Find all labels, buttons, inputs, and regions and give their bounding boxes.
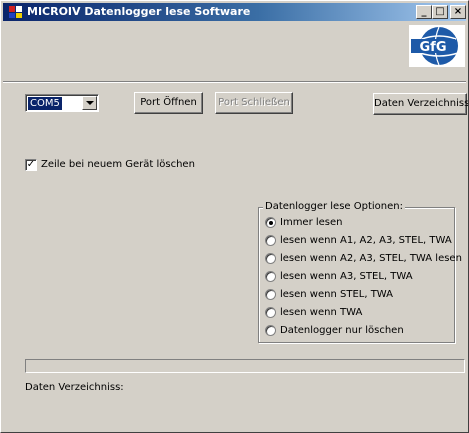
progress-bar	[25, 359, 465, 373]
option-label: lesen wenn STEL, TWA	[280, 289, 393, 300]
option-label: lesen wenn A2, A3, STEL, TWA lesen	[280, 253, 462, 264]
option-radio[interactable]	[265, 253, 276, 264]
option-radio[interactable]	[265, 307, 276, 318]
option-label: Datenlogger nur löschen	[280, 325, 404, 336]
option-radio[interactable]	[265, 271, 276, 282]
window-title: MICROIV Datenlogger lese Software	[27, 5, 251, 18]
option-radio[interactable]	[265, 217, 276, 228]
delete-row-checkbox[interactable]: ✓	[25, 159, 37, 171]
gfg-logo: GfG	[409, 25, 465, 67]
logo-text: GfG	[420, 40, 447, 55]
read-options-group: Datenlogger lese Optionen: Immer lesen l…	[258, 200, 462, 343]
maximize-button[interactable]: □	[432, 5, 448, 19]
close-button[interactable]: ×	[450, 5, 466, 19]
option-label: lesen wenn A1, A2, A3, STEL, TWA	[280, 235, 452, 246]
app-icon	[9, 6, 22, 18]
option-radio[interactable]	[265, 235, 276, 246]
com-port-select[interactable]: COM5	[25, 94, 99, 112]
title-bar[interactable]: MICROIV Datenlogger lese Software _ □ ×	[3, 3, 466, 21]
header-area	[3, 22, 466, 83]
option-label: lesen wenn TWA	[280, 307, 363, 318]
option-label: lesen wenn A3, STEL, TWA	[280, 271, 413, 282]
option-label: Immer lesen	[280, 217, 343, 228]
port-close-button[interactable]: Port Schließen	[215, 92, 293, 114]
chevron-down-icon[interactable]	[82, 96, 97, 110]
option-radio[interactable]	[265, 289, 276, 300]
data-directory-button[interactable]: Daten Verzeichniss	[373, 93, 468, 115]
minimize-button[interactable]: _	[416, 5, 432, 19]
data-directory-label: Daten Verzeichniss:	[25, 382, 124, 393]
read-options-legend: Datenlogger lese Optionen:	[263, 200, 405, 214]
port-open-button[interactable]: Port Öffnen	[134, 92, 203, 114]
delete-row-label: Zeile bei neuem Gerät löschen	[41, 159, 195, 170]
globe-icon: GfG	[409, 25, 465, 67]
app-window: MICROIV Datenlogger lese Software _ □ × …	[0, 0, 469, 433]
option-radio[interactable]	[265, 325, 276, 336]
com-port-value: COM5	[28, 97, 62, 110]
